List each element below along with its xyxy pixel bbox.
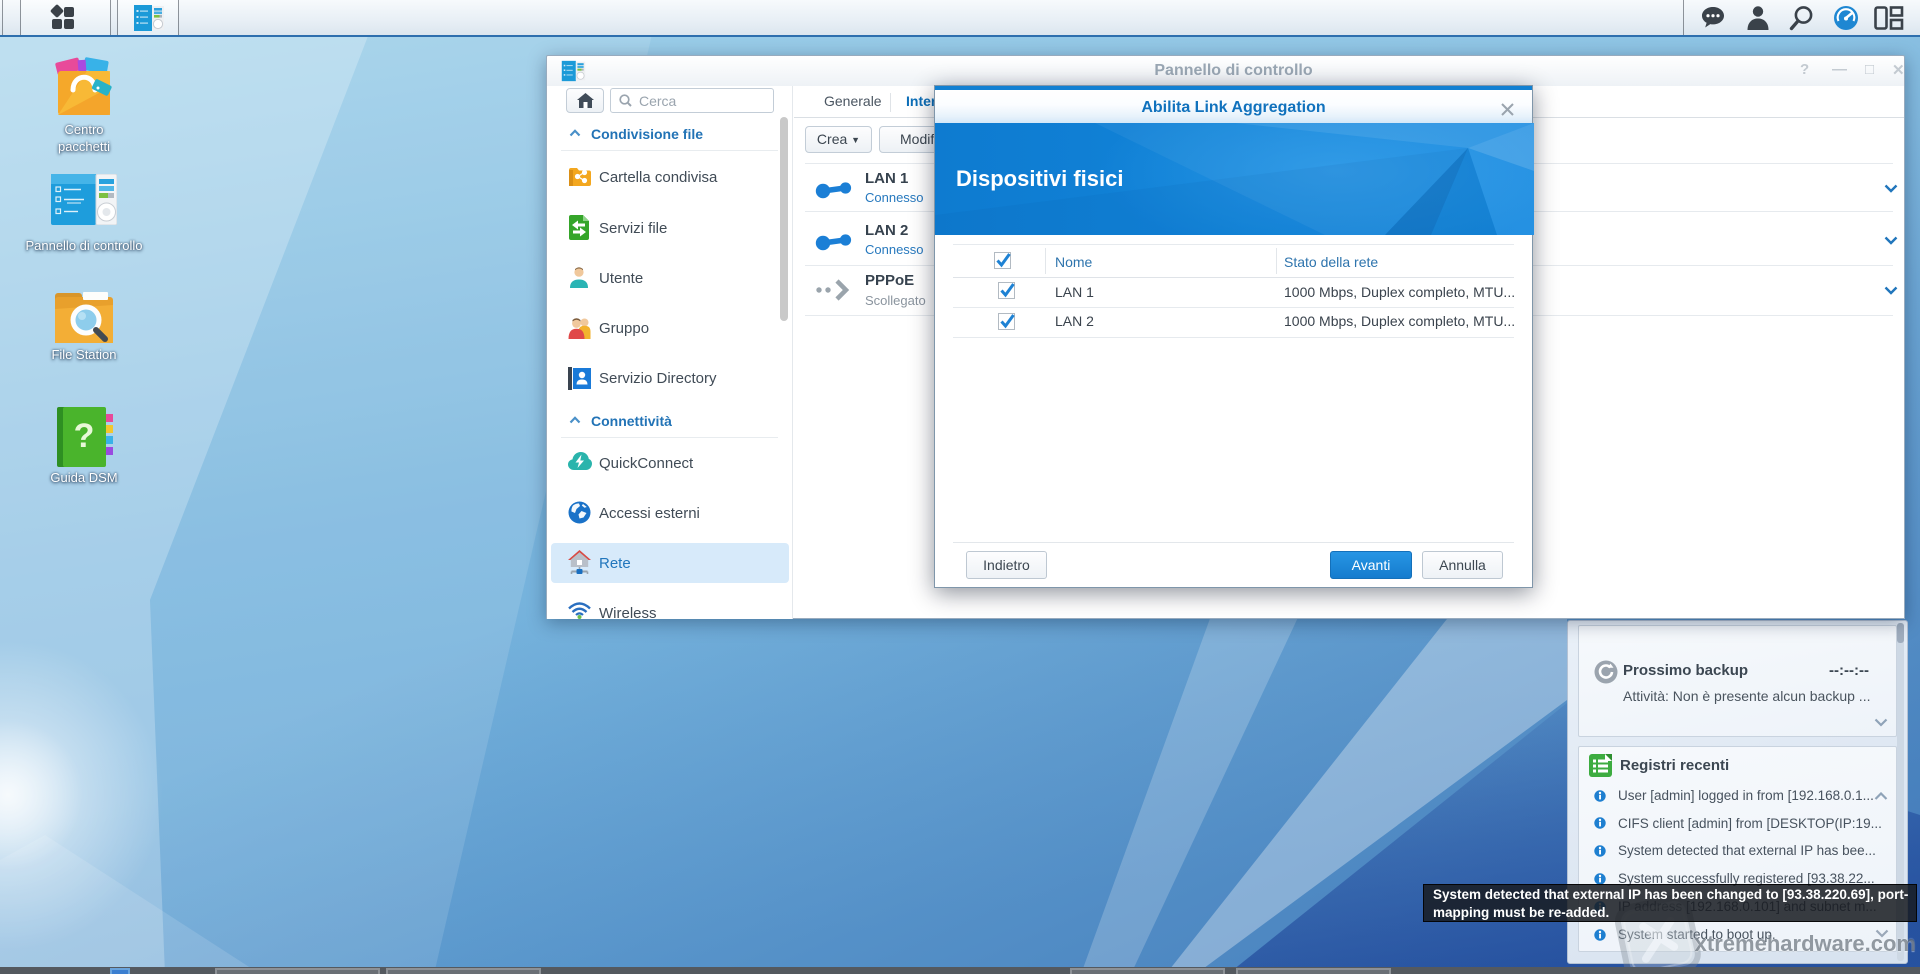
svg-text:?: ? <box>74 417 95 455</box>
